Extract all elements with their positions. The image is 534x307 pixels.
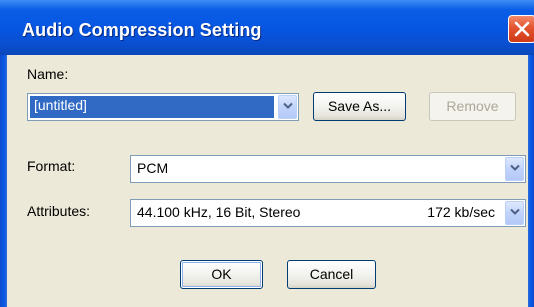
format-value: PCM bbox=[137, 160, 169, 176]
save-as-button[interactable]: Save As... bbox=[313, 92, 406, 121]
attributes-value: 44.100 kHz, 16 Bit, Stereo bbox=[137, 204, 301, 220]
dialog-body: Name: [untitled] Save As... Remove Forma… bbox=[7, 55, 528, 307]
attributes-dropdown-button[interactable] bbox=[505, 201, 524, 225]
chevron-down-icon bbox=[510, 164, 520, 171]
format-label: Format: bbox=[27, 158, 76, 174]
save-as-label: Save As... bbox=[327, 98, 392, 114]
remove-button[interactable]: Remove bbox=[429, 92, 516, 121]
attributes-combo[interactable]: 44.100 kHz, 16 Bit, Stereo 172 kb/sec bbox=[130, 199, 526, 227]
window-frame-right bbox=[528, 55, 534, 307]
preset-name-combo[interactable]: [untitled] bbox=[27, 93, 299, 121]
chevron-down-icon bbox=[510, 208, 520, 215]
ok-button[interactable]: OK bbox=[180, 260, 263, 289]
attributes-rate: 172 kb/sec bbox=[427, 204, 495, 220]
title-bar[interactable]: Audio Compression Setting bbox=[0, 0, 534, 55]
attributes-label: Attributes: bbox=[27, 203, 91, 219]
cancel-button[interactable]: Cancel bbox=[287, 260, 376, 289]
window-frame-left bbox=[0, 55, 7, 307]
ok-label: OK bbox=[211, 266, 232, 282]
window-title: Audio Compression Setting bbox=[22, 20, 262, 40]
format-dropdown-button[interactable] bbox=[505, 157, 524, 181]
cancel-label: Cancel bbox=[309, 266, 354, 282]
chevron-down-icon bbox=[283, 102, 293, 109]
preset-name-dropdown-button[interactable] bbox=[278, 95, 297, 119]
preset-name-value: [untitled] bbox=[30, 96, 274, 118]
format-combo[interactable]: PCM bbox=[130, 155, 526, 183]
name-label: Name: bbox=[27, 66, 69, 82]
remove-label: Remove bbox=[446, 98, 499, 114]
close-button[interactable] bbox=[508, 15, 534, 43]
